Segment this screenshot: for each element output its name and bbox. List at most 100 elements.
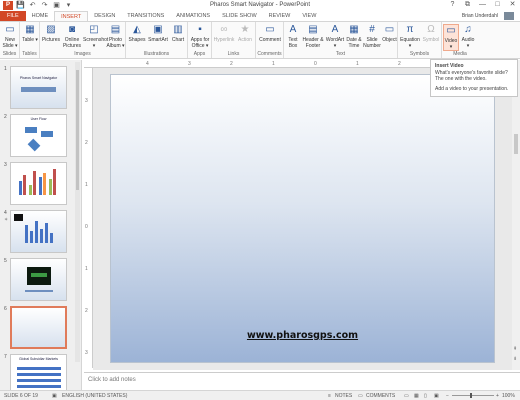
equation-icon: π bbox=[406, 24, 414, 35]
ribbon-display-options-icon[interactable]: ⧉ bbox=[460, 0, 475, 10]
thumbnails-scrollbar[interactable] bbox=[75, 62, 80, 362]
thumbnail-5[interactable]: 5 bbox=[0, 256, 81, 304]
shapes-button[interactable]: ◭ Shapes bbox=[128, 24, 146, 43]
thumbnail-3[interactable]: 3 bbox=[0, 160, 81, 208]
wordart-button[interactable]: A WordArt ▾ bbox=[325, 24, 345, 49]
slide-sorter-view-icon[interactable]: ▦ bbox=[414, 393, 419, 399]
zoom-level[interactable]: 100% bbox=[502, 393, 515, 399]
notes-pane[interactable]: Click to add notes bbox=[84, 372, 520, 388]
status-bar: SLIDE 6 OF 19 ▣ ENGLISH (UNITED STATES) … bbox=[0, 390, 520, 400]
user-name[interactable]: Brian Underdahl bbox=[462, 12, 498, 20]
header-footer-icon: ▤ bbox=[308, 24, 318, 35]
slide-number-button[interactable]: # Slide Number bbox=[363, 24, 381, 49]
pictures-button[interactable]: ▨ Pictures bbox=[41, 24, 61, 43]
zoom-in-icon[interactable]: + bbox=[496, 393, 499, 399]
normal-view-icon[interactable]: ▭ bbox=[404, 393, 409, 399]
thumbnail-4[interactable]: 4 ✶ bbox=[0, 208, 81, 256]
comments-toggle-button[interactable]: COMMENTS bbox=[366, 393, 395, 399]
smartart-button[interactable]: ▣ SmartArt bbox=[148, 24, 168, 43]
previous-slide-icon[interactable]: ⇞ bbox=[513, 346, 517, 352]
comments-toggle-icon: ▭ bbox=[358, 393, 363, 399]
photo-album-button[interactable]: ▤ Photo Album ▾ bbox=[106, 24, 125, 49]
customize-qat-icon[interactable]: ▾ bbox=[64, 1, 73, 10]
slide-scrollbar[interactable]: ▲ ⇞ ⇟ bbox=[512, 60, 520, 370]
notes-toggle-icon: ≡ bbox=[328, 393, 331, 399]
chart-button[interactable]: ▥ Chart bbox=[170, 24, 186, 43]
ribbon-tabs: FILE HOME INSERT DESIGN TRANSITIONS ANIM… bbox=[0, 11, 520, 21]
text-box-button[interactable]: A Text Box bbox=[285, 24, 301, 49]
zoom-out-icon[interactable]: − bbox=[446, 393, 449, 399]
tab-review[interactable]: REVIEW bbox=[263, 11, 297, 21]
screenshot-button[interactable]: ◰ Screenshot ▾ bbox=[83, 24, 108, 49]
window-controls: ? ⧉ — □ ✕ bbox=[445, 0, 520, 10]
vertical-ruler: 3 2 1 0 1 2 3 bbox=[84, 68, 93, 368]
video-icon: ▭ bbox=[446, 25, 456, 36]
group-links: ∞ Hyperlink ★ Action Links bbox=[212, 22, 256, 58]
next-slide-icon[interactable]: ⇟ bbox=[513, 356, 517, 362]
quick-access-toolbar: 💾 ↶ ↷ ▣ ▾ bbox=[16, 1, 73, 10]
slide-url-text[interactable]: www.pharosgps.com bbox=[111, 330, 494, 341]
comment-icon: ▭ bbox=[265, 24, 275, 35]
tooltip-title: Insert Video bbox=[435, 63, 464, 69]
tab-view[interactable]: VIEW bbox=[296, 11, 322, 21]
notes-toggle-button[interactable]: NOTES bbox=[335, 393, 352, 399]
comment-button[interactable]: ▭ Comment bbox=[257, 24, 283, 43]
object-button[interactable]: ▭ Object bbox=[382, 24, 397, 43]
action-button[interactable]: ★ Action bbox=[236, 24, 254, 43]
video-button[interactable]: ▭ Video ▾ bbox=[443, 24, 459, 51]
save-icon[interactable]: 💾 bbox=[16, 1, 25, 10]
wordart-icon: A bbox=[331, 24, 339, 35]
action-icon: ★ bbox=[240, 24, 250, 35]
tab-animations[interactable]: ANIMATIONS bbox=[170, 11, 216, 21]
avatar[interactable] bbox=[504, 12, 514, 20]
symbol-button[interactable]: Ω Symbol bbox=[422, 24, 440, 43]
tab-insert[interactable]: INSERT bbox=[54, 11, 89, 21]
new-slide-button[interactable]: ▭ New Slide ▾ bbox=[1, 24, 19, 49]
thumbnail-7[interactable]: 7 Global Subsidiar Markets bbox=[0, 352, 81, 390]
redo-icon[interactable]: ↷ bbox=[40, 1, 49, 10]
tab-design[interactable]: DESIGN bbox=[88, 11, 121, 21]
start-slideshow-icon[interactable]: ▣ bbox=[52, 1, 61, 10]
tab-file[interactable]: FILE bbox=[0, 11, 26, 21]
photo-album-icon: ▤ bbox=[110, 24, 121, 35]
selected-thumbnail bbox=[10, 306, 67, 349]
notes-placeholder[interactable]: Click to add notes bbox=[88, 377, 136, 383]
group-media: ▭ Video ▾ ♫ Audio ▾ Media bbox=[443, 24, 476, 57]
date-time-icon: ▦ bbox=[349, 24, 359, 35]
header-footer-button[interactable]: ▤ Header & Footer bbox=[302, 24, 324, 49]
tooltip-line: The one with the video. bbox=[435, 76, 487, 82]
table-button[interactable]: ▦ Table ▾ bbox=[21, 24, 39, 43]
scrollbar-thumb[interactable] bbox=[514, 134, 518, 154]
powerpoint-logo-icon: P bbox=[3, 1, 13, 10]
minimize-button[interactable]: — bbox=[475, 0, 490, 10]
help-icon[interactable]: ? bbox=[445, 0, 460, 10]
zoom-slider-thumb[interactable] bbox=[470, 393, 472, 398]
thumbnail-2[interactable]: 2 User Flow bbox=[0, 112, 81, 160]
undo-icon[interactable]: ↶ bbox=[28, 1, 37, 10]
language-indicator[interactable]: ENGLISH (UNITED STATES) bbox=[62, 393, 127, 399]
group-text: A Text Box ▤ Header & Footer A WordArt ▾ ▦ D… bbox=[284, 22, 398, 58]
slide-show-view-icon[interactable]: ▣ bbox=[434, 393, 439, 399]
current-slide[interactable]: www.pharosgps.com bbox=[110, 74, 495, 363]
zoom-slider[interactable] bbox=[452, 393, 494, 398]
slide-number-icon: # bbox=[369, 24, 375, 35]
equation-button[interactable]: π Equation ▾ bbox=[399, 24, 421, 49]
tab-home[interactable]: HOME bbox=[26, 11, 55, 21]
date-time-button[interactable]: ▦ Date & Time bbox=[346, 24, 362, 49]
thumbnail-1[interactable]: 1 Pharos Smart Navigator bbox=[0, 64, 81, 112]
apps-for-office-button[interactable]: ▪ Apps for Office ▾ bbox=[189, 24, 211, 49]
spellcheck-icon[interactable]: ▣ bbox=[52, 393, 57, 399]
reading-view-icon[interactable]: ▯ bbox=[424, 393, 427, 399]
thumbnail-6[interactable]: 6 bbox=[0, 304, 81, 352]
group-illustrations: ◭ Shapes ▣ SmartArt ▥ Chart Illustrations bbox=[126, 22, 188, 58]
slide-thumbnails-pane: 1 Pharos Smart Navigator 2 User Flow 3 4 bbox=[0, 60, 82, 390]
tooltip-line: Add a video to your presentation. bbox=[435, 86, 509, 92]
audio-button[interactable]: ♫ Audio ▾ bbox=[460, 24, 476, 49]
hyperlink-button[interactable]: ∞ Hyperlink bbox=[213, 24, 235, 43]
maximize-button[interactable]: □ bbox=[490, 0, 505, 10]
apps-for-office-icon: ▪ bbox=[198, 24, 202, 35]
tab-slide-show[interactable]: SLIDE SHOW bbox=[216, 11, 263, 21]
online-pictures-button[interactable]: ◙ Online Pictures bbox=[62, 24, 82, 49]
tab-transitions[interactable]: TRANSITIONS bbox=[121, 11, 170, 21]
close-button[interactable]: ✕ bbox=[505, 0, 520, 10]
